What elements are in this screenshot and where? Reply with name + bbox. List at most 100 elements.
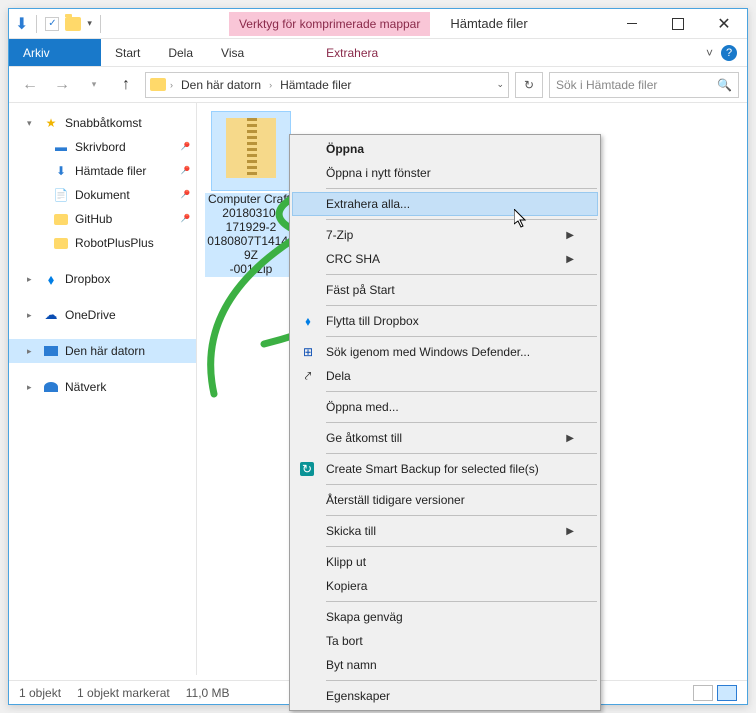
chevron-right-icon[interactable]: ▸ xyxy=(27,346,37,357)
ctx-open[interactable]: Öppna xyxy=(292,137,598,161)
document-icon: 📄 xyxy=(53,187,69,203)
breadcrumb[interactable]: Hämtade filer xyxy=(276,78,355,92)
ctx-smart-backup[interactable]: ↻Create Smart Backup for selected file(s… xyxy=(292,457,598,481)
breadcrumb[interactable]: Den här datorn xyxy=(177,78,265,92)
separator xyxy=(326,546,597,547)
chevron-right-icon: ▶ xyxy=(566,433,574,444)
nav-label: Snabbåtkomst xyxy=(65,116,142,130)
icons-view-button[interactable] xyxy=(717,685,737,701)
status-size: 11,0 MB xyxy=(186,686,230,700)
search-input[interactable]: Sök i Hämtade filer 🔍 xyxy=(549,72,739,98)
nav-robotplusplus[interactable]: RobotPlusPlus xyxy=(9,231,196,255)
nav-desktop[interactable]: ▬ Skrivbord 📍 xyxy=(9,135,196,159)
ctx-open-new-window[interactable]: Öppna i nytt fönster xyxy=(292,161,598,185)
chevron-right-icon[interactable]: ▸ xyxy=(27,274,37,285)
nav-dropbox[interactable]: ▸ ⬧ Dropbox xyxy=(9,267,196,291)
nav-documents[interactable]: 📄 Dokument 📍 xyxy=(9,183,196,207)
nav-quick-access[interactable]: ▾ ★ Snabbåtkomst xyxy=(9,111,196,135)
caret-down-icon[interactable]: ▾ xyxy=(87,18,92,29)
nav-network[interactable]: ▸ Nätverk xyxy=(9,375,196,399)
ctx-extract-all[interactable]: Extrahera alla... xyxy=(292,192,598,216)
chevron-right-icon[interactable]: › xyxy=(269,80,272,90)
minimize-button[interactable] xyxy=(609,9,655,39)
tab-file[interactable]: Arkiv xyxy=(9,39,101,66)
address-dropdown-icon[interactable]: ⌄ xyxy=(496,79,504,90)
separator xyxy=(326,219,597,220)
ctx-rename[interactable]: Byt namn xyxy=(292,653,598,677)
ctx-delete[interactable]: Ta bort xyxy=(292,629,598,653)
qat-dropdown-icon[interactable]: ⬇ xyxy=(15,14,28,34)
ctx-crc-sha[interactable]: CRC SHA▶ xyxy=(292,247,598,271)
shield-icon: ⊞ xyxy=(300,344,316,360)
ctx-send-to[interactable]: Skicka till▶ xyxy=(292,519,598,543)
folder-icon xyxy=(54,238,68,249)
separator xyxy=(326,305,597,306)
ctx-cut[interactable]: Klipp ut xyxy=(292,550,598,574)
ctx-restore-versions[interactable]: Återställ tidigare versioner xyxy=(292,488,598,512)
chevron-right-icon[interactable]: ▸ xyxy=(27,382,37,393)
recent-locations-icon[interactable]: ▾ xyxy=(81,72,107,98)
nav-label: Skrivbord xyxy=(75,140,126,154)
back-button[interactable]: ← xyxy=(17,72,43,98)
pc-icon xyxy=(44,346,58,356)
details-view-button[interactable] xyxy=(693,685,713,701)
address-bar[interactable]: › Den här datorn › Hämtade filer ⌄ xyxy=(145,72,509,98)
forward-button[interactable]: → xyxy=(49,72,75,98)
separator xyxy=(326,188,597,189)
refresh-button[interactable]: ↻ xyxy=(515,72,543,98)
tab-share[interactable]: Dela xyxy=(154,39,207,66)
separator xyxy=(326,336,597,337)
quick-access-toolbar: ⬇ ✓ ▾ xyxy=(9,14,109,34)
contextual-tool-label: Verktyg för komprimerade mappar xyxy=(229,12,430,36)
chevron-right-icon[interactable]: › xyxy=(170,80,173,90)
separator xyxy=(326,453,597,454)
window-title: Hämtade filer xyxy=(450,16,527,31)
maximize-button[interactable] xyxy=(655,9,701,39)
tab-view[interactable]: Visa xyxy=(207,39,258,66)
nav-label: Dokument xyxy=(75,188,130,202)
expand-ribbon-icon[interactable]: ˅ xyxy=(706,46,713,60)
nav-label: GitHub xyxy=(75,212,112,226)
file-name: Computer Craft- 20180310-171929-2 018080… xyxy=(205,193,297,277)
ribbon-tabs: Arkiv Start Dela Visa Extrahera ˅ ? xyxy=(9,39,747,67)
dropbox-icon: ⬧ xyxy=(300,313,316,329)
search-icon: 🔍 xyxy=(717,78,732,92)
chevron-right-icon[interactable]: ▸ xyxy=(27,310,37,321)
file-item-zip[interactable]: Computer Craft- 20180310-171929-2 018080… xyxy=(205,111,297,277)
nav-github[interactable]: GitHub 📍 xyxy=(9,207,196,231)
nav-label: RobotPlusPlus xyxy=(75,236,154,250)
pin-icon: 📍 xyxy=(175,211,192,228)
folder-icon[interactable] xyxy=(65,17,81,31)
ctx-share[interactable]: ⤤Dela xyxy=(292,364,598,388)
chevron-down-icon[interactable]: ▾ xyxy=(27,118,37,129)
ctx-pin-start[interactable]: Fäst på Start xyxy=(292,278,598,302)
ctx-copy[interactable]: Kopiera xyxy=(292,574,598,598)
ctx-move-dropbox[interactable]: ⬧Flytta till Dropbox xyxy=(292,309,598,333)
nav-onedrive[interactable]: ▸ ☁ OneDrive xyxy=(9,303,196,327)
ctx-7zip[interactable]: 7-Zip▶ xyxy=(292,223,598,247)
tab-extract[interactable]: Extrahera xyxy=(312,39,392,66)
ctx-give-access[interactable]: Ge åtkomst till▶ xyxy=(292,426,598,450)
context-menu: Öppna Öppna i nytt fönster Extrahera all… xyxy=(289,134,601,711)
ctx-properties[interactable]: Egenskaper xyxy=(292,684,598,708)
up-button[interactable]: ↑ xyxy=(113,72,139,98)
nav-downloads[interactable]: ⬇ Hämtade filer 📍 xyxy=(9,159,196,183)
ctx-create-shortcut[interactable]: Skapa genväg xyxy=(292,605,598,629)
search-placeholder: Sök i Hämtade filer xyxy=(556,78,657,92)
nav-this-pc[interactable]: ▸ Den här datorn xyxy=(9,339,196,363)
tab-start[interactable]: Start xyxy=(101,39,154,66)
pin-icon: 📍 xyxy=(175,139,192,156)
close-button[interactable]: ✕ xyxy=(701,9,747,39)
separator xyxy=(326,601,597,602)
chevron-right-icon: ▶ xyxy=(566,526,574,537)
help-icon[interactable]: ? xyxy=(721,45,737,61)
separator xyxy=(326,515,597,516)
properties-icon[interactable]: ✓ xyxy=(45,17,59,31)
separator xyxy=(326,391,597,392)
ctx-open-with[interactable]: Öppna med... xyxy=(292,395,598,419)
downloads-icon: ⬇ xyxy=(53,163,69,179)
separator xyxy=(326,422,597,423)
window-controls: ✕ xyxy=(609,9,747,39)
network-icon xyxy=(44,382,58,392)
ctx-defender-scan[interactable]: ⊞Sök igenom med Windows Defender... xyxy=(292,340,598,364)
